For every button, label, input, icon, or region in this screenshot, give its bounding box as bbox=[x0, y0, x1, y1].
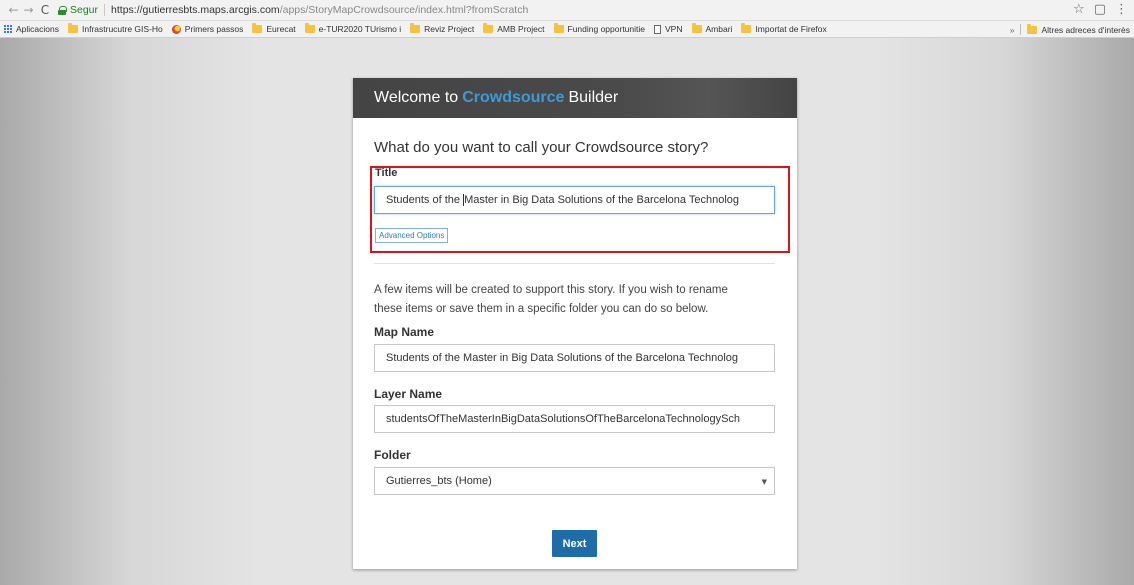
star-icon[interactable]: ☆ bbox=[1073, 2, 1085, 17]
header-suffix: Builder bbox=[568, 89, 619, 106]
bookmark-item[interactable]: e-TUR2020 TUrismo i bbox=[304, 23, 402, 34]
dialog-header: Welcome to Crowdsource Builder bbox=[353, 78, 797, 118]
description-line: A few items will be created to support t… bbox=[374, 284, 728, 296]
folder-select[interactable]: Gutierres_bts (Home) ▼ bbox=[374, 467, 775, 495]
folder-icon bbox=[304, 23, 315, 33]
bookmark-label: e-TUR2020 TUrismo i bbox=[318, 24, 402, 34]
secure-label[interactable]: Segur bbox=[70, 4, 98, 16]
bookmark-label: Primers passos bbox=[184, 24, 244, 34]
bookmark-item[interactable]: Reviz Project bbox=[410, 23, 475, 34]
bookmark-item[interactable]: Funding opportunitie bbox=[553, 23, 646, 34]
bookmark-item[interactable]: Ambari bbox=[691, 23, 733, 34]
bookmarks-more-button[interactable]: » bbox=[1010, 25, 1015, 35]
folder-icon bbox=[741, 23, 752, 33]
bookmark-item[interactable]: Importat de Firefox bbox=[741, 23, 827, 34]
folder-icon bbox=[252, 23, 263, 33]
bookmarks-bar: Aplicacions Infrastrucutre GIS-Ho Primer… bbox=[0, 21, 1134, 38]
title-input[interactable]: Students of the Master in Big Data Solut… bbox=[374, 186, 775, 214]
reload-icon[interactable]: C bbox=[36, 3, 54, 17]
url-path: /apps/StoryMapCrowdsource/index.html?fro… bbox=[279, 4, 529, 16]
builder-dialog: Welcome to Crowdsource Builder What do y… bbox=[353, 78, 797, 569]
bookmark-label: Aplicacions bbox=[16, 24, 59, 34]
bookmarks-divider bbox=[1020, 24, 1022, 35]
folder-icon bbox=[553, 23, 564, 33]
header-brand: Crowdsource bbox=[462, 89, 565, 106]
page-icon bbox=[654, 24, 662, 34]
bookmark-label: Infrastrucutre GIS-Ho bbox=[82, 24, 163, 34]
layer-name-label: Layer Name bbox=[374, 387, 443, 401]
forward-icon[interactable]: → bbox=[21, 3, 36, 17]
bookmark-item[interactable]: AMB Project bbox=[483, 23, 545, 34]
bookmark-item[interactable]: Primers passos bbox=[171, 24, 244, 34]
firefox-icon bbox=[171, 24, 181, 34]
address-bar[interactable]: https://gutierresbts.maps.arcgis.com/app… bbox=[111, 4, 528, 16]
bookmark-label: Reviz Project bbox=[424, 24, 475, 34]
bookmark-label: Funding opportunitie bbox=[567, 24, 646, 34]
bookmarks-overflow: » Altres adreces d'interès bbox=[1010, 21, 1130, 37]
title-value-start: Students of the bbox=[386, 194, 464, 206]
next-button[interactable]: Next bbox=[552, 530, 597, 557]
url-divider bbox=[104, 4, 106, 16]
bookmark-label: Importat de Firefox bbox=[755, 24, 827, 34]
folder-label: Folder bbox=[374, 448, 411, 462]
map-name-input[interactable]: Students of the Master in Big Data Solut… bbox=[374, 344, 775, 372]
folder-value: Gutierres_bts (Home) bbox=[386, 475, 492, 487]
chevron-down-icon: ▼ bbox=[761, 478, 767, 486]
page-content: Welcome to Crowdsource Builder What do y… bbox=[0, 38, 1134, 585]
bookmark-label: VPN bbox=[665, 24, 683, 34]
folder-icon bbox=[1027, 23, 1038, 34]
folder-icon bbox=[68, 23, 78, 33]
bookmark-label: AMB Project bbox=[497, 24, 545, 34]
map-name-value: Students of the Master in Big Data Solut… bbox=[386, 352, 739, 364]
advanced-options-button[interactable]: Advanced Options bbox=[375, 228, 449, 243]
apps-icon bbox=[4, 25, 12, 33]
folder-icon bbox=[691, 23, 702, 33]
folder-icon bbox=[410, 23, 421, 33]
map-name-label: Map Name bbox=[374, 325, 435, 339]
bookmark-item[interactable]: Eurecat bbox=[252, 23, 296, 34]
menu-icon[interactable]: ⋮ bbox=[1115, 2, 1128, 17]
bookmark-item[interactable]: VPN bbox=[654, 24, 683, 34]
description-text: A few items will be created to support t… bbox=[374, 281, 779, 319]
title-value-end: Master in Big Data Solutions of the Barc… bbox=[464, 194, 740, 206]
section-divider bbox=[374, 263, 775, 264]
url-host: https://gutierresbts.maps.arcgis.com bbox=[111, 4, 280, 16]
layer-name-value: studentsOfTheMasterInBigDataSolutionsOfT… bbox=[386, 413, 741, 425]
layer-name-input[interactable]: studentsOfTheMasterInBigDataSolutionsOfT… bbox=[374, 405, 775, 433]
bookmark-label: Ambari bbox=[705, 24, 733, 34]
other-bookmarks[interactable]: Altres adreces d'interès bbox=[1027, 23, 1130, 35]
dialog-question: What do you want to call your Crowdsourc… bbox=[374, 139, 709, 156]
lock-icon bbox=[58, 5, 67, 15]
header-prefix: Welcome to bbox=[374, 89, 459, 106]
bookmark-label: Eurecat bbox=[266, 24, 296, 34]
toolbar-actions: ☆ ▢ ⋮ bbox=[1073, 2, 1128, 17]
back-icon[interactable]: ← bbox=[6, 3, 21, 17]
title-label: Title bbox=[375, 167, 398, 179]
description-line: these items or save them in a specific f… bbox=[374, 303, 709, 315]
folder-icon bbox=[483, 23, 494, 33]
browser-toolbar: ← → C Segur https://gutierresbts.maps.ar… bbox=[0, 0, 1134, 21]
extension-icon[interactable]: ▢ bbox=[1094, 2, 1106, 17]
bookmark-label: Altres adreces d'interès bbox=[1041, 24, 1130, 35]
bookmark-item[interactable]: Infrastrucutre GIS-Ho bbox=[68, 23, 163, 34]
bookmark-item[interactable]: Aplicacions bbox=[4, 24, 59, 34]
